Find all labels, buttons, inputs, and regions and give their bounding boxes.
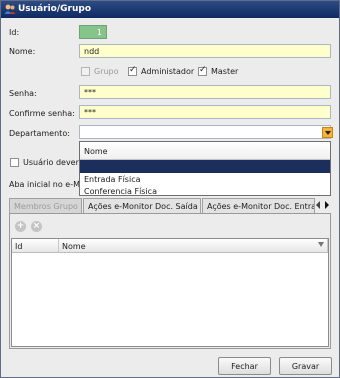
grupo-label: Grupo — [94, 67, 119, 76]
title-bar[interactable]: Usuário/Grupo — [1, 1, 339, 18]
tab-membros-grupo[interactable]: Membros Grupo — [9, 198, 82, 214]
confirme-senha-label: Confirme senha: — [9, 109, 75, 118]
id-field: 1 — [79, 25, 107, 39]
nome-label: Nome: — [9, 47, 36, 56]
fechar-button[interactable]: Fechar — [218, 357, 271, 375]
departamento-combobox[interactable] — [79, 125, 331, 139]
gravar-button[interactable]: Gravar — [279, 357, 332, 375]
senha-input[interactable]: *** — [79, 85, 331, 99]
membros-grupo-panel: + × Id Nome — [9, 213, 331, 349]
departamento-label: Departamento: — [9, 129, 70, 138]
departamento-dropdown-button[interactable] — [322, 127, 333, 138]
add-icon[interactable]: + — [15, 221, 26, 232]
confirme-senha-input[interactable]: *** — [79, 105, 331, 119]
aba-inicial-label: Aba inicial no e-Mo — [9, 180, 85, 189]
administrador-label[interactable]: Administador — [141, 67, 194, 76]
dropdown-option[interactable]: Entrada Física — [80, 173, 330, 185]
dropdown-option[interactable]: Conferencia Física — [80, 185, 330, 197]
filter-icon[interactable] — [318, 242, 324, 247]
master-checkbox[interactable] — [198, 65, 207, 76]
tab-scroll-left-icon[interactable] — [316, 201, 320, 209]
senha-label: Senha: — [9, 89, 37, 98]
dropdown-option[interactable] — [80, 160, 330, 173]
administrador-checkbox[interactable] — [128, 65, 137, 76]
user-group-icon — [4, 4, 16, 14]
grupo-checkbox — [81, 67, 90, 76]
remove-icon[interactable]: × — [31, 221, 42, 232]
tab-acoes-doc-saida[interactable]: Ações e-Monitor Doc. Saída — [83, 198, 201, 214]
members-grid[interactable]: Id Nome — [11, 238, 329, 347]
id-label: Id: — [9, 28, 20, 37]
column-header-nome-label: Nome — [62, 242, 86, 251]
tab-bar: Membros Grupo Ações e-Monitor Doc. Saída… — [9, 198, 331, 214]
column-header-id[interactable]: Id — [12, 239, 59, 253]
usuario-devera-checkbox[interactable] — [10, 158, 19, 167]
column-header-nome[interactable]: Nome — [59, 239, 328, 253]
tab-acoes-doc-entrada[interactable]: Ações e-Monitor Doc. Entrada — [202, 198, 315, 214]
window-title: Usuário/Grupo — [18, 4, 91, 14]
master-label[interactable]: Master — [211, 67, 238, 76]
tab-scroll-right-icon[interactable] — [325, 201, 329, 209]
departamento-dropdown-list: Nome Entrada Física Conferencia Física — [79, 141, 331, 196]
usuario-devera-label: Usuário deverá — [23, 158, 84, 167]
dropdown-column-header: Nome — [80, 142, 330, 160]
nome-input[interactable]: ndd — [79, 44, 331, 58]
user-group-window: Usuário/Grupo Id: 1 Nome: ndd Grupo Admi… — [0, 0, 340, 378]
